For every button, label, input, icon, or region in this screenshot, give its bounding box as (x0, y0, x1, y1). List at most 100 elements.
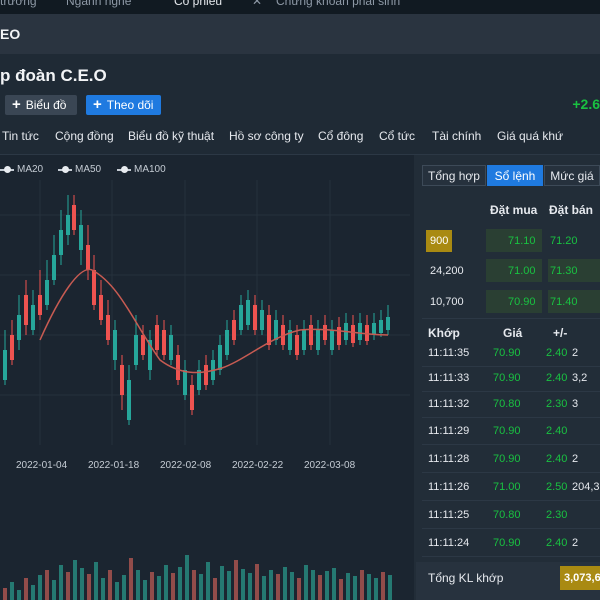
bid-price[interactable]: 71.10 (508, 232, 536, 250)
top-tab-derivatives[interactable]: Chứng khoán phái sinh (276, 0, 400, 8)
total-volume-value: 3,073,6 (560, 566, 600, 590)
top-tab-stocks[interactable]: Cổ phiếu (174, 0, 222, 8)
candle-body (176, 355, 180, 380)
volume-bar (381, 572, 385, 600)
bid-price[interactable]: 70.90 (508, 293, 536, 311)
tab-summary[interactable]: Tổng hợp (422, 165, 486, 186)
orderbook-qty: 900 (426, 230, 453, 252)
volume-bar (129, 558, 133, 600)
volume-bar (283, 567, 287, 600)
candle-body (86, 245, 90, 270)
top-tab-market[interactable]: trường (0, 0, 37, 8)
candle-body (141, 335, 145, 355)
candle-body (232, 320, 236, 340)
volume-bar (213, 578, 217, 600)
candle-body (309, 325, 313, 345)
volume-bar (192, 570, 196, 600)
x-axis-labels: 2022-01-04 2022-01-18 2022-02-08 2022-02… (16, 460, 356, 471)
trade-row: 11:11:28 70.90 2.40 2 (422, 446, 600, 473)
candle-body (302, 330, 306, 350)
bid-price[interactable]: 71.00 (508, 262, 536, 280)
symbol-bar (0, 14, 600, 54)
candle-body (162, 330, 166, 355)
candle-body (134, 335, 138, 365)
volume-bar (115, 582, 119, 600)
tab-financials[interactable]: Tài chính (432, 129, 481, 143)
trade-change: 2.40 (546, 453, 568, 465)
candle-body (92, 270, 96, 305)
volume-bar (157, 576, 161, 600)
candlestick-chart[interactable]: 2022-01-04 2022-01-18 2022-02-08 2022-02… (0, 155, 410, 600)
volume-bar (59, 565, 63, 600)
tab-dividends[interactable]: Cổ tức (379, 129, 415, 143)
top-tab-industry[interactable]: Ngành nghề (66, 0, 131, 8)
tab-news[interactable]: Tin tức (2, 129, 39, 143)
volume-bar (108, 570, 112, 600)
tab-technical-chart[interactable]: Biểu đồ kỹ thuật (128, 129, 214, 143)
trade-time: 11:11:26 (428, 481, 470, 493)
volume-bar (136, 570, 140, 600)
trade-change: 2.40 (546, 347, 568, 359)
x-label: 2022-02-22 (232, 460, 284, 471)
trade-row: 11:11:29 70.90 2.40 (422, 418, 600, 445)
divider (422, 318, 600, 319)
trade-time: 11:11:28 (428, 453, 470, 465)
x-label: 2022-01-04 (16, 460, 68, 471)
volume-bar (374, 578, 378, 600)
trade-vol: 3,2 (572, 372, 588, 384)
candle-body (379, 320, 383, 333)
volume-bar (311, 570, 315, 600)
trade-row: 11:11:32 70.80 2.30 3 (422, 391, 600, 418)
volume-bar (248, 573, 252, 600)
ask-price[interactable]: 71.30 (550, 262, 578, 280)
candle-body (106, 315, 110, 340)
volume-bar (24, 578, 28, 600)
close-tab-icon[interactable]: ✕ (252, 0, 262, 8)
volume-bar (52, 580, 56, 600)
volume-bar (318, 575, 322, 600)
candle-body (17, 315, 21, 340)
candle-body (127, 380, 131, 420)
volume-bar (332, 568, 336, 600)
volume-bar (206, 562, 210, 600)
trade-time: 11:11:33 (428, 372, 470, 384)
company-name: p đoàn C.E.O (0, 66, 107, 85)
volume-bar (122, 575, 126, 600)
tab-community[interactable]: Cộng đồng (55, 129, 114, 143)
top-navigation-bar: trường Ngành nghề Cổ phiếu ✕ Chứng khoán… (0, 0, 600, 14)
chart-button[interactable]: + Biểu đồ (5, 95, 77, 115)
trade-change: 2.40 (546, 425, 568, 437)
volume-bar (304, 565, 308, 600)
trade-time: 11:11:35 (428, 347, 470, 359)
tab-order-book[interactable]: Sổ lệnh (487, 165, 543, 186)
tab-company-profile[interactable]: Hồ sơ công ty (229, 129, 304, 143)
trade-row: 11:11:24 70.90 2.40 2 (422, 530, 600, 557)
candle-body (239, 305, 243, 330)
trade-change: 2.50 (546, 481, 568, 493)
volume-bar (73, 560, 77, 600)
volume-bar (360, 570, 364, 600)
volume-bar (66, 572, 70, 600)
tab-price-history[interactable]: Giá quá khứ (497, 129, 563, 143)
plus-icon: + (12, 96, 21, 113)
tab-shareholders[interactable]: Cổ đông (318, 129, 363, 143)
volume-bar (297, 578, 301, 600)
trade-time: 11:11:32 (428, 398, 470, 410)
trade-price: 70.90 (493, 372, 521, 384)
divider (422, 528, 600, 529)
chart-button-label: Biểu đồ (25, 98, 67, 112)
x-label: 2022-02-08 (160, 460, 212, 471)
ask-price[interactable]: 71.40 (550, 293, 578, 311)
candle-body (183, 370, 187, 395)
ask-price[interactable]: 71.20 (550, 232, 578, 250)
candle-body (52, 255, 56, 280)
trade-price: 71.00 (493, 481, 521, 493)
plus-icon: + (93, 96, 102, 113)
volume-bar (185, 555, 189, 600)
trade-time: 11:11:24 (428, 537, 470, 549)
candle-body (3, 350, 7, 380)
candle-body (120, 365, 124, 395)
tab-price-levels[interactable]: Mức giá (544, 165, 600, 186)
follow-button[interactable]: + Theo dõi (86, 95, 161, 115)
candle-body (38, 295, 42, 315)
